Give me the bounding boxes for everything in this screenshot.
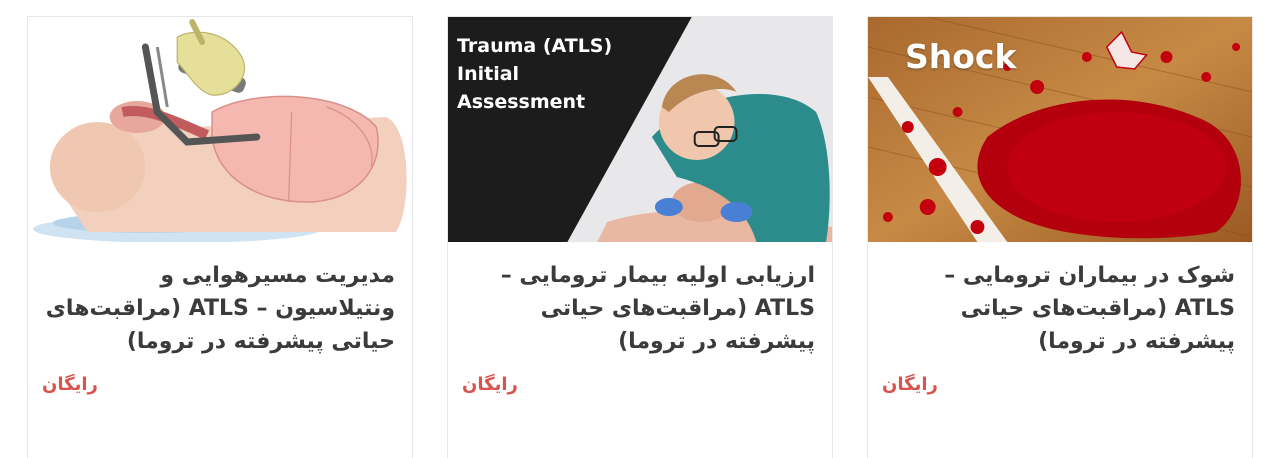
airway-illustration bbox=[28, 17, 412, 242]
thumbnail-caption: Trauma (ATLS) Initial Assessment bbox=[457, 35, 613, 113]
course-card[interactable]: Trauma (ATLS) Initial Assessment ارزیابی… bbox=[447, 16, 833, 458]
course-card[interactable]: مدیریت مسیرهوایی و ونتیلاسیون – ATLS (مر… bbox=[27, 16, 413, 458]
course-card[interactable]: Shock شوک در بیماران ترومایی – ATLS (مرا… bbox=[867, 16, 1253, 458]
thumbnail-caption: Shock bbox=[905, 37, 1017, 76]
course-price: رایگان bbox=[42, 374, 98, 395]
course-title[interactable]: ارزیابی اولیه بیمار ترومایی – ATLS (مراق… bbox=[462, 259, 815, 358]
course-thumbnail[interactable] bbox=[28, 17, 412, 242]
course-title[interactable]: مدیریت مسیرهوایی و ونتیلاسیون – ATLS (مر… bbox=[42, 259, 395, 358]
course-thumbnail[interactable]: Trauma (ATLS) Initial Assessment bbox=[448, 17, 832, 242]
course-title[interactable]: شوک در بیماران ترومایی – ATLS (مراقبت‌ها… bbox=[882, 259, 1235, 358]
course-price: رایگان bbox=[882, 374, 938, 395]
course-thumbnail[interactable]: Shock bbox=[868, 17, 1252, 242]
course-price: رایگان bbox=[462, 374, 518, 395]
